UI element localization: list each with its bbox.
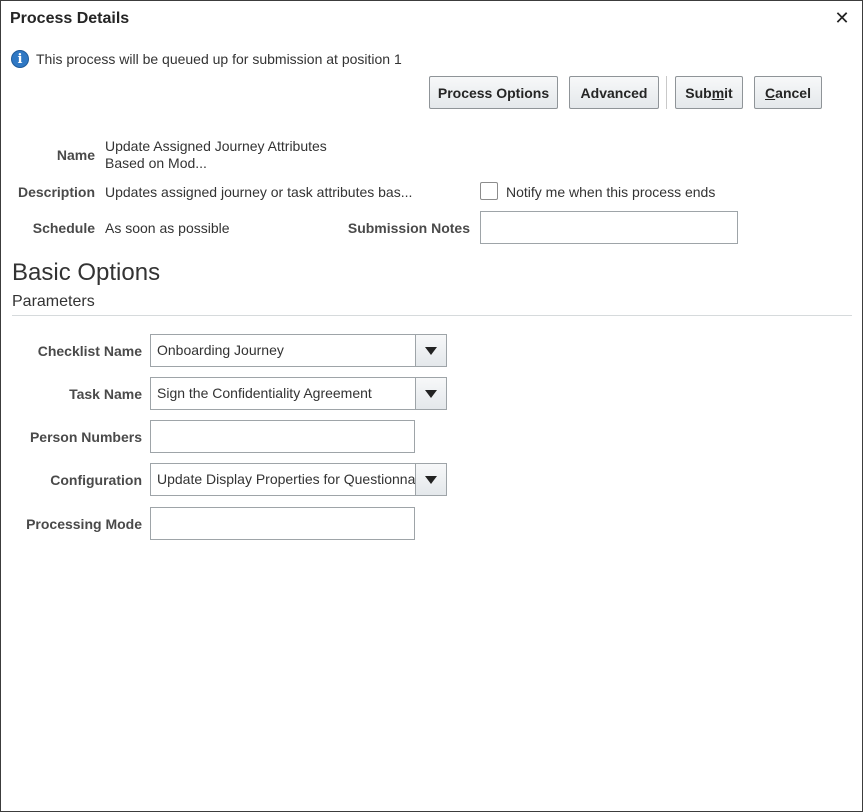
- checklist-name-dropdown-button[interactable]: [415, 335, 446, 366]
- configuration-dropdown-button[interactable]: [415, 464, 446, 495]
- checklist-name-value: Onboarding Journey: [157, 342, 284, 358]
- basic-options-heading: Basic Options: [12, 259, 161, 286]
- dialog-title: Process Details: [10, 10, 130, 27]
- task-name-select[interactable]: Sign the Confidentiality Agreement: [150, 377, 447, 410]
- cancel-button[interactable]: Cancel: [754, 76, 822, 109]
- chevron-down-icon: [425, 346, 437, 355]
- schedule-value: As soon as possible: [105, 220, 230, 236]
- schedule-label: Schedule: [32, 220, 95, 236]
- configuration-select[interactable]: Update Display Properties for Questionna…: [150, 463, 447, 496]
- info-text: This process will be queued up for submi…: [36, 51, 402, 67]
- processing-mode-input[interactable]: [150, 507, 415, 540]
- task-name-dropdown-button[interactable]: [415, 378, 446, 409]
- name-value-line1: Update Assigned Journey Attributes: [105, 138, 327, 154]
- process-options-label: Process Options: [437, 84, 550, 101]
- cancel-label-mnemonic: C: [765, 84, 776, 101]
- description-label: Description: [17, 184, 95, 200]
- notify-label: Notify me when this process ends: [506, 184, 716, 200]
- person-numbers-input[interactable]: [150, 420, 415, 453]
- parameters-subheading: Parameters: [12, 293, 95, 310]
- person-numbers-label: Person Numbers: [29, 429, 142, 445]
- submit-label-pre: Sub: [685, 84, 712, 101]
- advanced-button[interactable]: Advanced: [569, 76, 659, 109]
- chevron-down-icon: [425, 475, 437, 484]
- configuration-label: Configuration: [50, 472, 142, 488]
- processing-mode-label: Processing Mode: [26, 516, 142, 532]
- process-options-button[interactable]: Process Options: [429, 76, 558, 109]
- info-message: i This process will be queued up for sub…: [11, 49, 402, 69]
- task-name-label: Task Name: [69, 386, 142, 402]
- task-name-value: Sign the Confidentiality Agreement: [157, 385, 372, 401]
- submit-label-post: it: [724, 84, 733, 101]
- checklist-name-label: Checklist Name: [37, 343, 142, 359]
- toolbar-separator: [666, 76, 667, 109]
- description-value: Updates assigned journey or task attribu…: [105, 184, 413, 200]
- advanced-label: Advanced: [580, 84, 648, 101]
- section-divider: [12, 315, 852, 316]
- chevron-down-icon: [425, 389, 437, 398]
- submission-notes-input[interactable]: [480, 211, 738, 244]
- submit-label-mnemonic: m: [711, 84, 725, 101]
- name-value-line2: Based on Mod...: [105, 155, 207, 171]
- notify-checkbox[interactable]: [480, 182, 498, 200]
- checklist-name-select[interactable]: Onboarding Journey: [150, 334, 447, 367]
- name-value: Update Assigned Journey Attributes Based…: [105, 138, 327, 172]
- name-label: Name: [56, 147, 95, 163]
- configuration-value: Update Display Properties for Questionna…: [157, 471, 415, 487]
- submission-notes-label: Submission Notes: [347, 220, 470, 236]
- process-details-dialog: Process Details ✕ i This process will be…: [0, 0, 863, 812]
- cancel-label-post: ancel: [775, 84, 811, 101]
- submit-button[interactable]: Sub m it: [675, 76, 743, 109]
- info-icon: i: [11, 50, 29, 68]
- close-icon[interactable]: ✕: [833, 9, 851, 27]
